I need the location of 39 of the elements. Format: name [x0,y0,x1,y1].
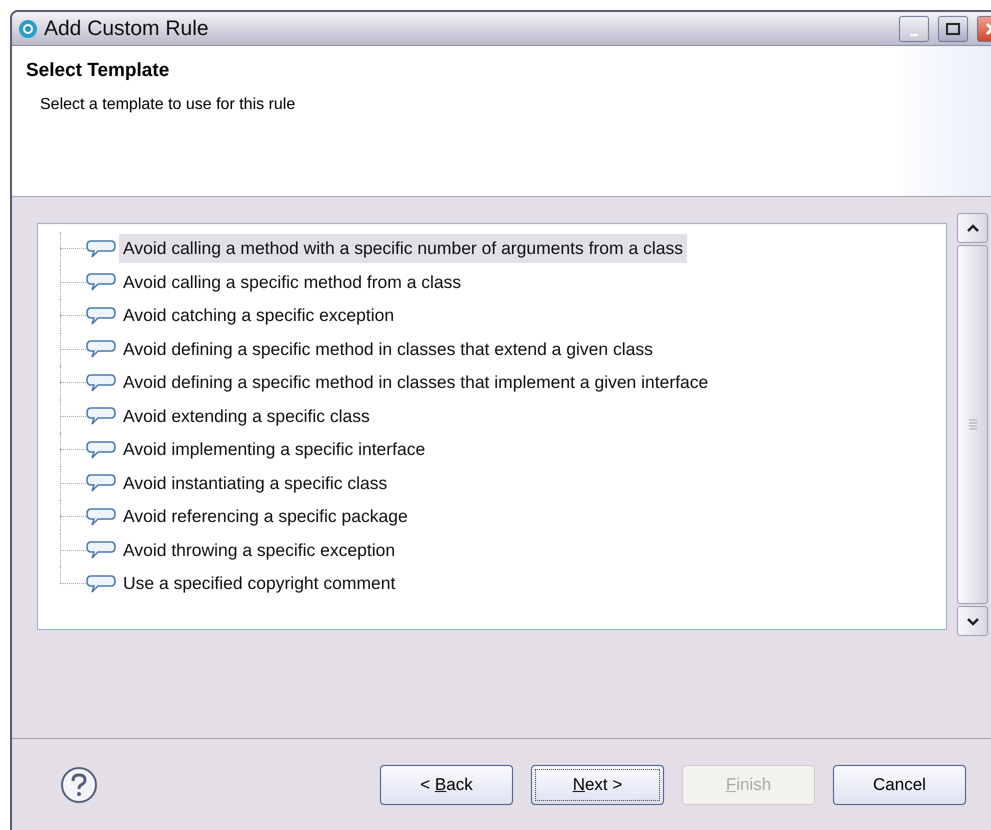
scrollbar[interactable] [957,213,988,636]
page-description: Select a template to use for this rule [39,96,296,114]
app-icon [18,18,38,38]
dialog-button[interactable]: Cancel [833,765,966,805]
window-title: Add Custom Rule [44,16,210,40]
speech-bubble-icon [86,238,116,259]
speech-bubble-icon [86,339,116,360]
page-title: Select Template [26,60,170,82]
scroll-up-button[interactable] [957,213,988,243]
template-item[interactable]: Avoid defining a specific method in classes that implement a given interface [119,368,712,398]
template-item[interactable]: Avoid throwing a specific exception [119,536,400,565]
template-item[interactable]: Avoid implementing a specific interface [119,435,430,464]
scroll-down-button[interactable] [957,606,988,636]
template-item[interactable]: Avoid catching a specific exception [119,301,398,330]
grip-icon [968,418,978,432]
maximize-button[interactable] [938,16,968,42]
template-item[interactable]: Avoid referencing a specific package [119,502,412,532]
speech-bubble-icon [86,506,116,527]
minimize-icon [910,34,918,36]
template-item[interactable]: Avoid calling a specific method from a class [119,268,466,297]
template-item[interactable]: Use a specified copyright comment [119,569,400,598]
minimize-button[interactable] [899,16,929,42]
dialog-button[interactable]: Next > [531,765,664,805]
template-item[interactable]: Avoid defining a specific method in classes that extend a given class [119,334,657,364]
speech-bubble-icon [86,440,116,460]
speech-bubble-icon [86,540,116,560]
template-item[interactable]: Avoid calling a method with a specific number of arguments from a class [119,234,687,264]
speech-bubble-icon [86,574,116,594]
template-item[interactable]: Avoid extending a specific class [119,402,374,431]
speech-bubble-icon [86,406,116,426]
help-icon[interactable] [60,766,98,804]
dialog-button[interactable]: < Back [380,765,513,805]
scroll-thumb[interactable] [957,245,988,604]
maximize-icon [946,22,960,34]
speech-bubble-icon [86,372,116,393]
template-item[interactable]: Avoid instantiating a specific class [119,468,392,498]
speech-bubble-icon [86,272,116,292]
speech-bubble-icon [86,306,116,326]
speech-bubble-icon [86,473,116,494]
